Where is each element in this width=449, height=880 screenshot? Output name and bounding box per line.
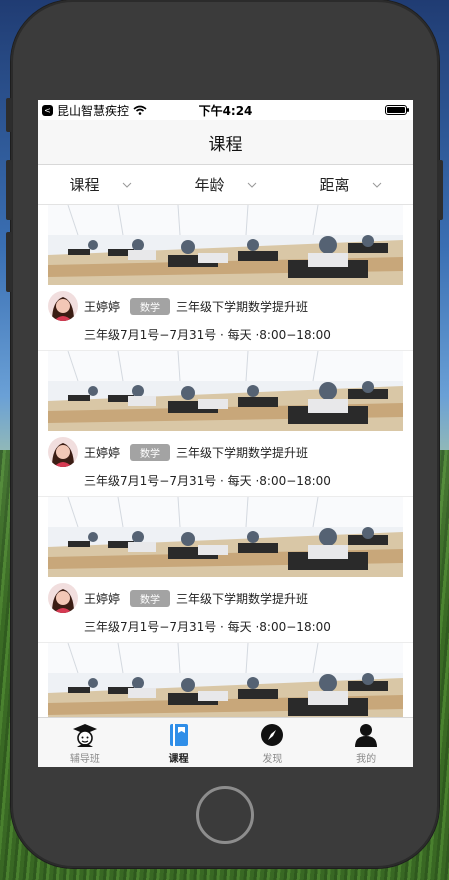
course-list[interactable]: 王婷婷 数学 三年级下学期数学提升班 三年级7月1号−7月31号 · 每天 ·8… — [38, 205, 413, 718]
wifi-icon — [133, 105, 147, 115]
compass-icon — [261, 724, 284, 746]
page-title: 课程 — [208, 134, 243, 155]
chevron-down-icon — [372, 182, 381, 188]
teacher-name: 王婷婷 — [84, 591, 121, 606]
classroom-photo — [48, 497, 403, 577]
classroom-photo — [48, 643, 403, 718]
course-title: 三年级下学期数学提升班 — [176, 591, 309, 606]
teacher-avatar[interactable] — [48, 437, 78, 467]
course-card[interactable] — [38, 643, 413, 718]
subject-badge: 数学 — [130, 589, 171, 607]
volume-down-button — [6, 232, 12, 292]
classroom-photo — [48, 205, 403, 285]
filter-age[interactable]: 年龄 — [163, 165, 288, 204]
course-card[interactable]: 王婷婷 数学 三年级下学期数学提升班 三年级7月1号−7月31号 · 每天 ·8… — [38, 351, 413, 497]
back-to-app-icon[interactable]: < — [42, 104, 53, 116]
course-card[interactable]: 王婷婷 数学 三年级下学期数学提升班 三年级7月1号−7月31号 · 每天 ·8… — [38, 497, 413, 643]
tab-label: 辅导班 — [69, 754, 100, 765]
filter-label: 距离 — [319, 176, 350, 194]
filter-course[interactable]: 课程 — [38, 165, 163, 204]
subject-badge: 数学 — [130, 297, 171, 315]
tab-discover[interactable]: 发现 — [226, 718, 320, 767]
power-button — [437, 160, 443, 220]
teacher-name: 王婷婷 — [84, 299, 121, 314]
subject-badge: 数学 — [130, 443, 171, 461]
nav-bar: 课程 — [38, 120, 413, 165]
teacher-name: 王婷婷 — [84, 445, 121, 460]
tab-tutoring[interactable]: 辅导班 — [38, 718, 132, 767]
book-icon — [169, 724, 188, 746]
tab-label: 发现 — [262, 754, 283, 765]
course-schedule: 三年级7月1号−7月31号 · 每天 ·8:00−18:00 — [84, 620, 331, 634]
course-schedule: 三年级7月1号−7月31号 · 每天 ·8:00−18:00 — [84, 328, 331, 342]
course-card[interactable]: 王婷婷 数学 三年级下学期数学提升班 三年级7月1号−7月31号 · 每天 ·8… — [38, 205, 413, 351]
filter-label: 课程 — [69, 176, 100, 194]
app-screen: < 昆山智慧疾控 下午4:24 课程 课程 年龄 距离 王婷婷 数学 三年级下学… — [38, 100, 413, 767]
tab-label: 我的 — [356, 754, 377, 765]
course-schedule: 三年级7月1号−7月31号 · 每天 ·8:00−18:00 — [84, 474, 331, 488]
tab-label: 课程 — [168, 754, 189, 765]
tab-mine[interactable]: 我的 — [319, 718, 413, 767]
chevron-down-icon — [247, 182, 256, 188]
classroom-photo — [48, 351, 403, 431]
teacher-avatar[interactable] — [48, 583, 78, 613]
person-icon — [355, 724, 378, 747]
filter-distance[interactable]: 距离 — [288, 165, 413, 204]
filter-label: 年龄 — [194, 176, 225, 194]
status-bar: < 昆山智慧疾控 下午4:24 — [38, 100, 413, 120]
graduate-icon — [72, 724, 97, 747]
teacher-avatar[interactable] — [48, 291, 78, 321]
tab-courses[interactable]: 课程 — [132, 718, 226, 767]
volume-up-button — [6, 160, 12, 220]
course-title: 三年级下学期数学提升班 — [176, 299, 309, 314]
home-button[interactable] — [196, 786, 254, 844]
chevron-down-icon — [122, 182, 131, 188]
course-title: 三年级下学期数学提升班 — [176, 445, 309, 460]
back-app-label[interactable]: 昆山智慧疾控 — [57, 102, 129, 119]
battery-icon — [385, 105, 409, 115]
mute-switch — [6, 98, 12, 132]
tab-bar: 辅导班 课程 发现 我的 — [38, 717, 413, 767]
filter-bar: 课程 年龄 距离 — [38, 165, 413, 205]
